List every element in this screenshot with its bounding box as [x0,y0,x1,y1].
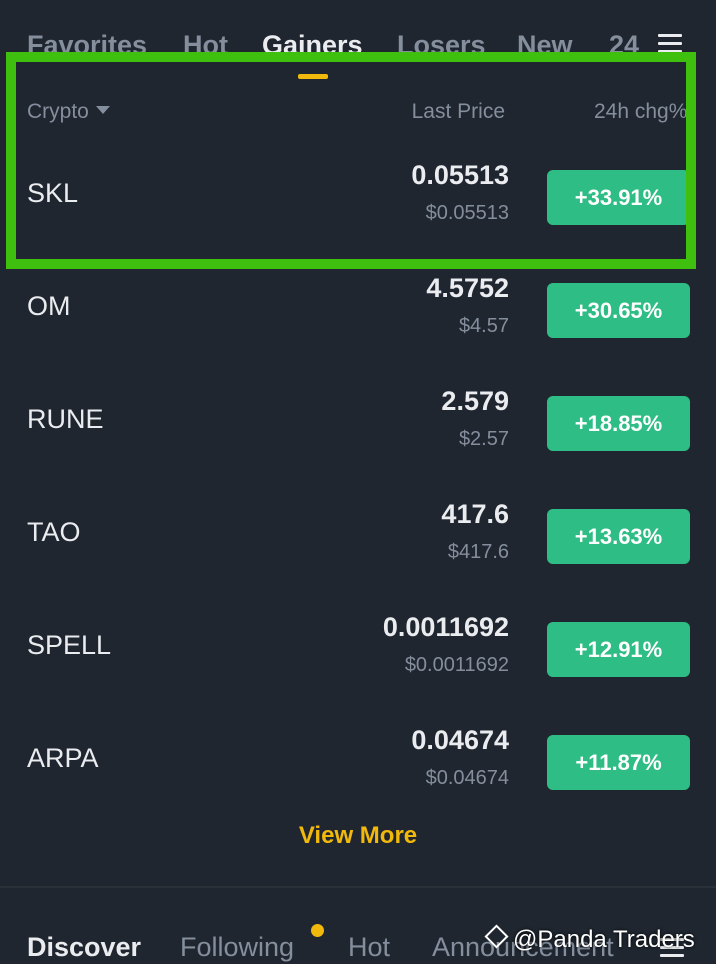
tab-new[interactable]: New [517,30,573,61]
market-row-arpa[interactable]: ARPA 0.04674 $0.04674 +11.87% [0,715,716,828]
change-header[interactable]: 24h chg% [594,100,716,124]
market-row-om[interactable]: OM 4.5752 $4.57 +30.65% [0,263,716,376]
coin-symbol: SKL [27,178,79,208]
change-badge[interactable]: +11.87% [547,735,690,790]
change-badge[interactable]: +33.91% [547,170,690,225]
market-row-rune[interactable]: RUNE 2.579 $2.57 +18.85% [0,376,716,489]
tab-24h[interactable]: 24 [609,30,639,61]
fiat-price: $0.0011692 [404,654,509,676]
market-row-tao[interactable]: TAO 417.6 $417.6 +13.63% [0,489,716,602]
fiat-price: $0.04674 [425,767,509,789]
crypto-sort-header[interactable]: Crypto [27,100,110,124]
tab-following[interactable]: Following [180,932,294,963]
caret-down-icon [95,106,110,115]
menu-icon[interactable] [658,34,682,53]
change-badge[interactable]: +18.85% [547,396,690,451]
last-price: 4.5752 [426,273,509,303]
coin-symbol: RUNE [27,404,104,434]
coin-symbol: SPELL [27,630,112,660]
last-price: 417.6 [441,499,509,529]
watermark: @Panda Traders [484,924,695,954]
last-price: 0.04674 [411,725,509,755]
tab-feed-hot[interactable]: Hot [348,932,390,963]
fiat-price: $417.6 [447,541,509,563]
section-divider [0,886,716,888]
active-tab-indicator [298,74,328,79]
last-price-header[interactable]: Last Price [412,100,505,124]
change-badge[interactable]: +12.91% [547,622,690,677]
watermark-text: @Panda Traders [513,926,695,953]
change-badge[interactable]: +30.65% [547,283,690,338]
tab-hot[interactable]: Hot [183,30,228,61]
market-tabs: Favorites Hot Gainers Losers New 24 [0,0,716,70]
tab-gainers[interactable]: Gainers [262,30,363,61]
tab-discover[interactable]: Discover [27,932,141,963]
market-row-spell[interactable]: SPELL 0.0011692 $0.0011692 +12.91% [0,602,716,715]
notification-dot-icon [311,924,324,937]
fiat-price: $0.05513 [425,202,509,224]
last-price: 2.579 [441,386,509,416]
last-price: 0.05513 [411,160,509,190]
fiat-price: $4.57 [458,315,509,337]
change-badge[interactable]: +13.63% [547,509,690,564]
coin-symbol: ARPA [27,743,99,773]
last-price: 0.0011692 [382,612,509,642]
fiat-price: $2.57 [458,428,509,450]
coin-symbol: OM [27,291,71,321]
diamond-logo-icon [484,924,509,949]
crypto-header-label: Crypto [27,100,89,123]
coin-symbol: TAO [27,517,81,547]
tab-losers[interactable]: Losers [397,30,486,61]
tab-favorites[interactable]: Favorites [27,30,147,61]
view-more-link[interactable]: View More [0,822,716,850]
market-row-skl[interactable]: SKL 0.05513 $0.05513 +33.91% [0,150,716,263]
